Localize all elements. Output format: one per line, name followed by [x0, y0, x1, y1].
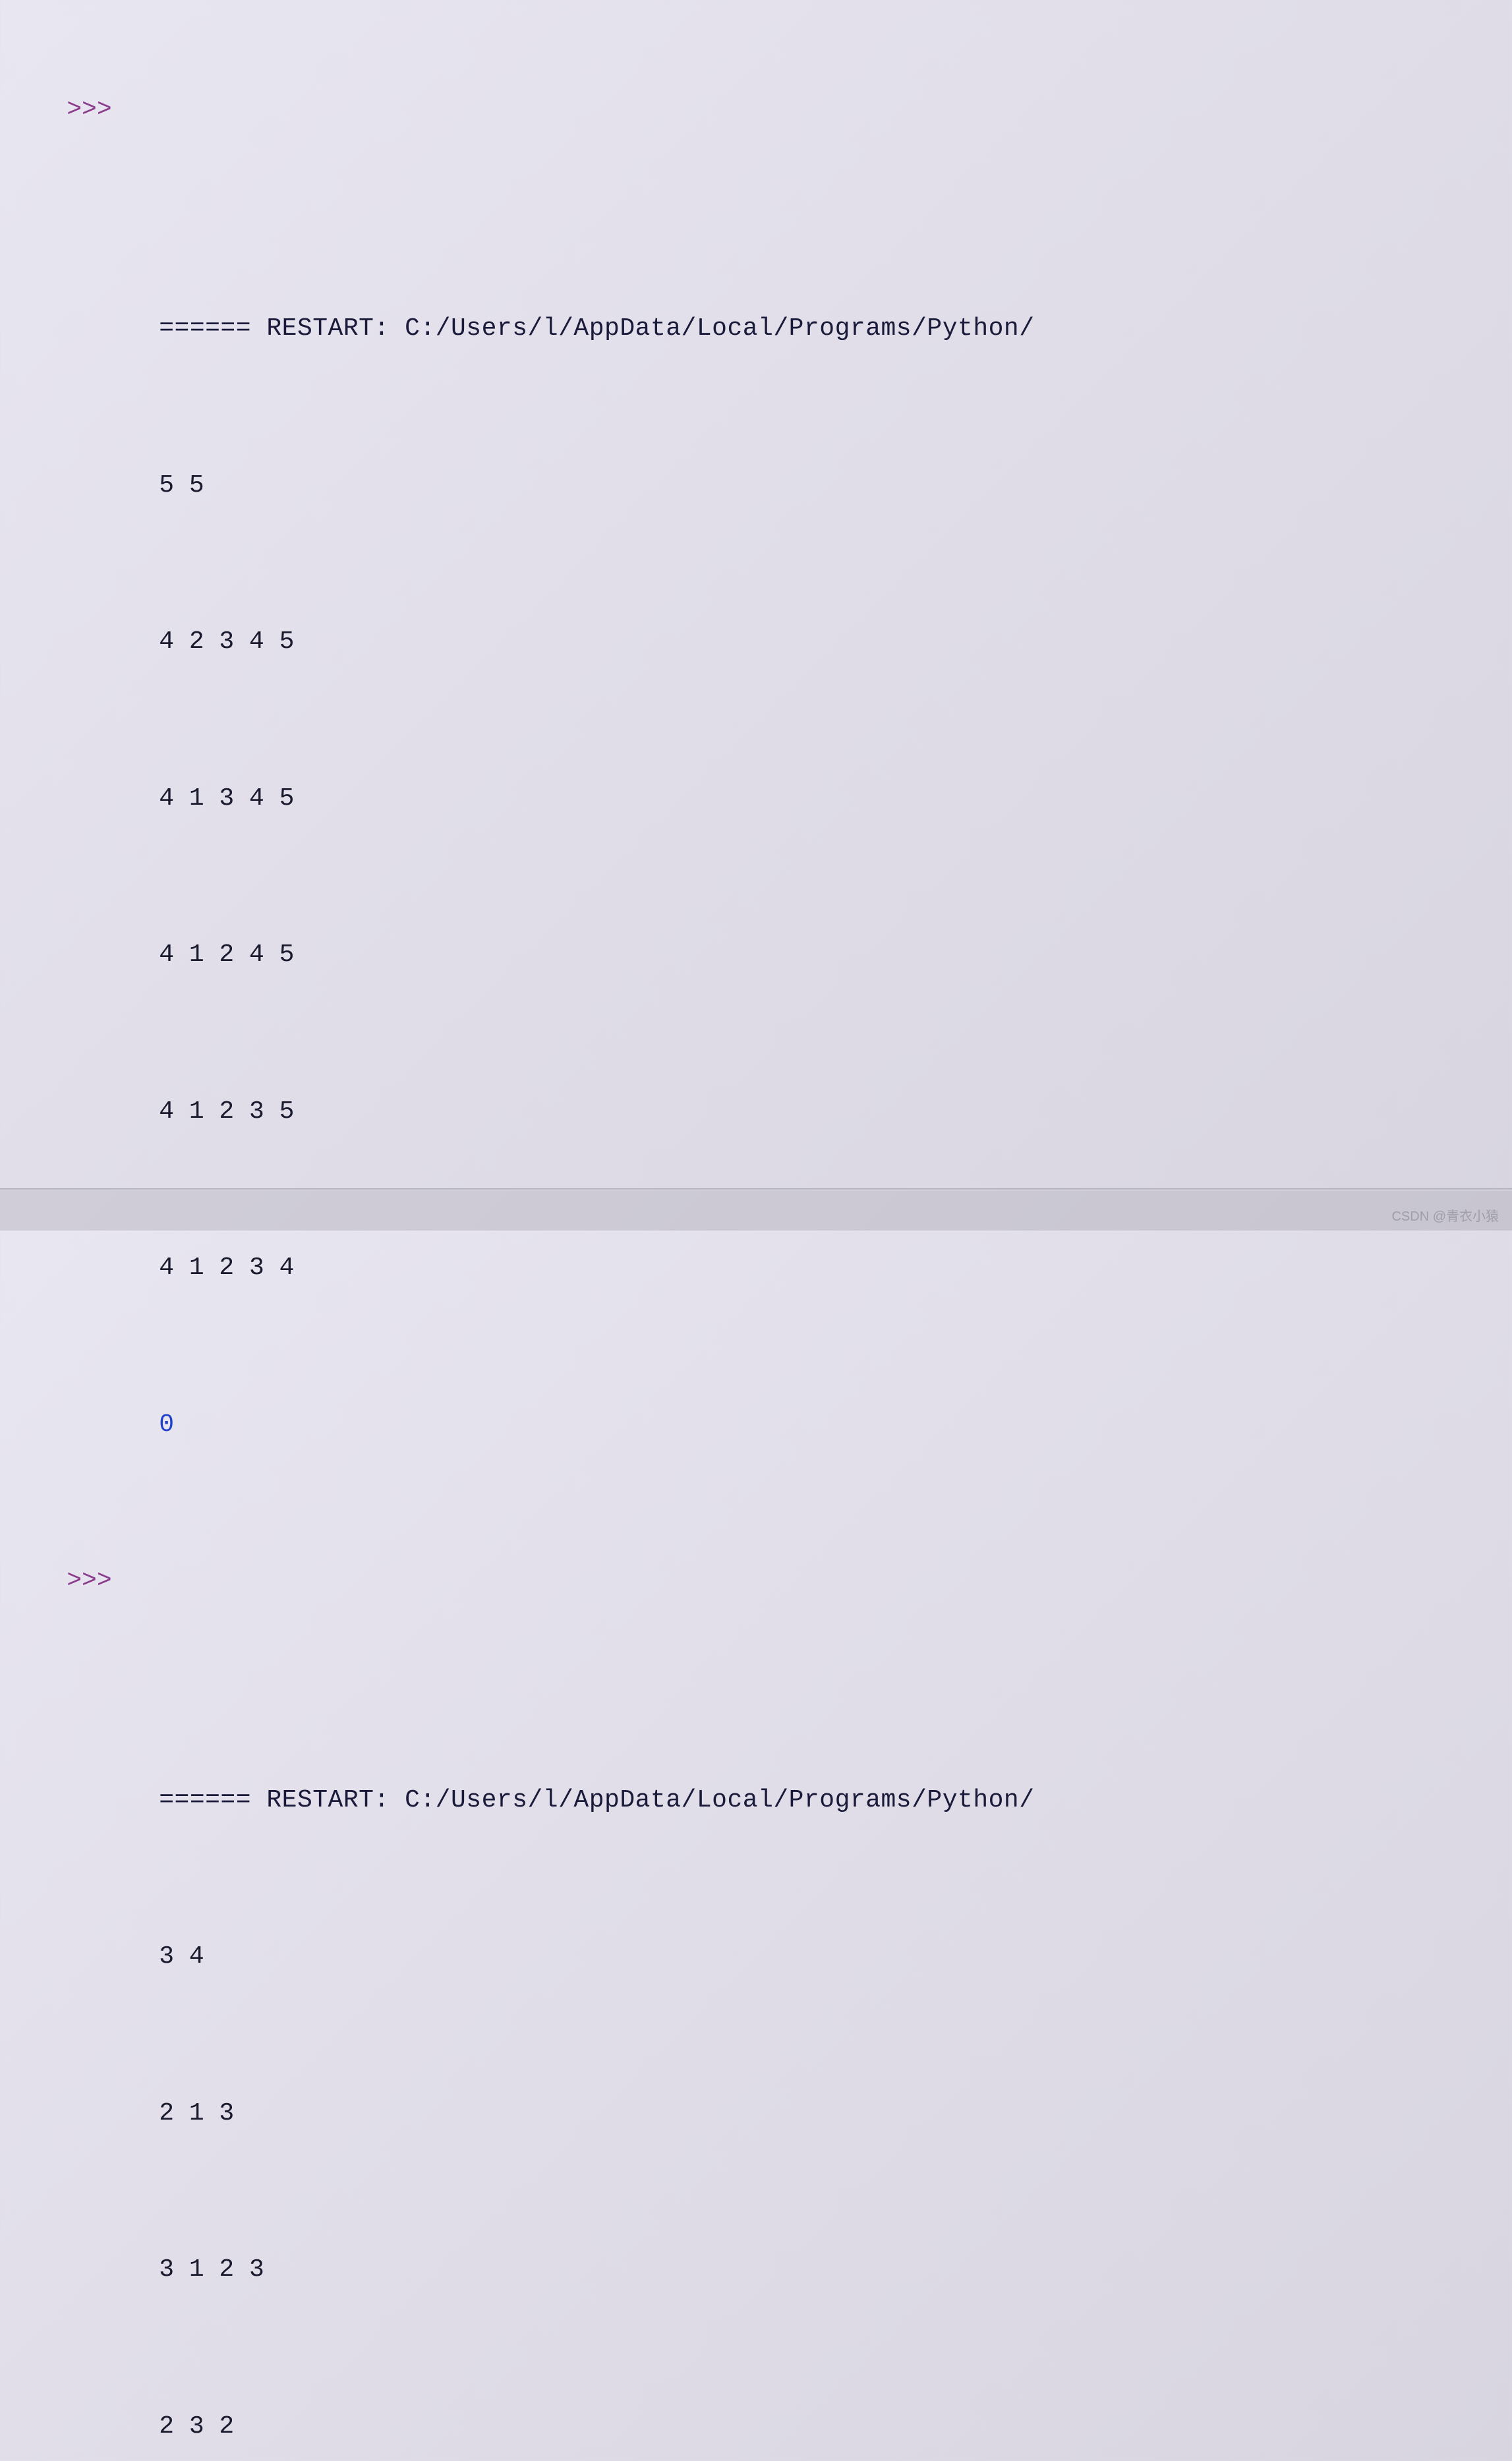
- io-line: 4 1 3 4 5: [159, 783, 294, 815]
- prompt-symbol: >>>: [60, 1565, 159, 1597]
- window-bottom-area: [0, 1191, 1512, 1230]
- io-line: 2 3 2: [159, 2411, 234, 2443]
- io-line: 4 1 2 3 4: [159, 1252, 294, 1284]
- io-line: 2 1 3: [159, 2098, 234, 2129]
- restart-banner: ====== RESTART: C:/Users/l/AppData/Local…: [159, 313, 1034, 345]
- io-line: 3 4: [159, 1941, 204, 1973]
- python-shell-output[interactable]: >>> ====== RESTART: C:/Users/l/AppData/L…: [0, 0, 1512, 2461]
- io-line: 4 2 3 4 5: [159, 626, 294, 658]
- io-line: 3 1 2 3: [159, 2254, 264, 2286]
- io-line: 4 1 2 4 5: [159, 939, 294, 971]
- prompt-symbol: >>>: [60, 94, 159, 126]
- restart-banner: ====== RESTART: C:/Users/l/AppData/Local…: [159, 1785, 1034, 1816]
- result-output: 0: [159, 1409, 174, 1441]
- io-line: 5 5: [159, 470, 204, 502]
- io-line: 4 1 2 3 5: [159, 1096, 294, 1128]
- watermark-text: CSDN @青衣小猿: [1391, 1209, 1499, 1225]
